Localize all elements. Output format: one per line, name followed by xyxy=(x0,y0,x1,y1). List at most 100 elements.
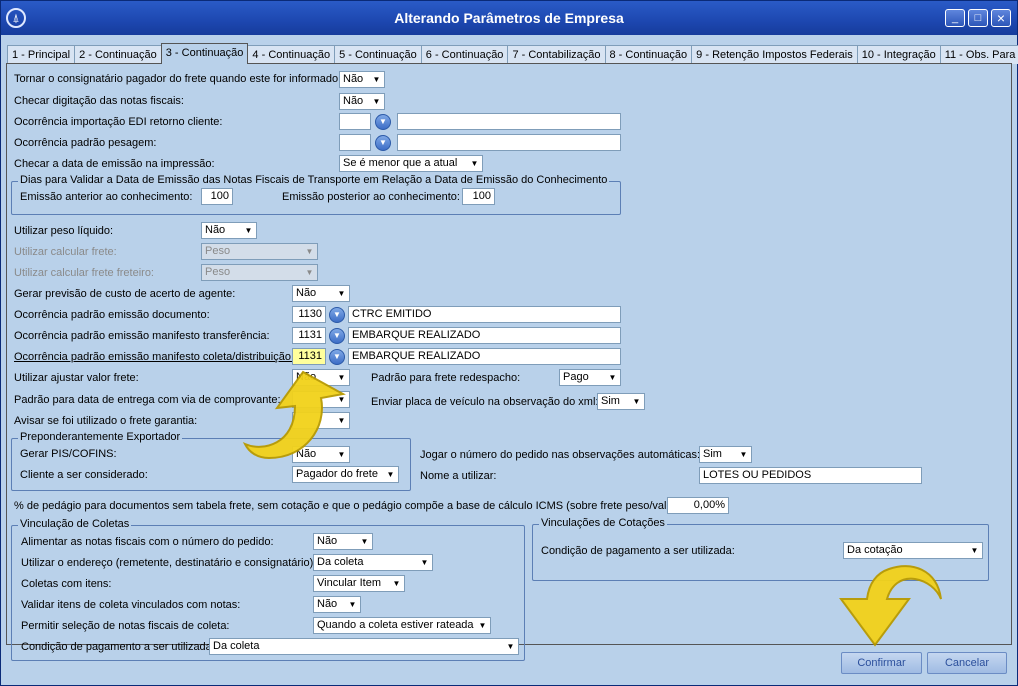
posterior-input[interactable]: 100 xyxy=(462,188,495,205)
cliente-value: Pagador do frete xyxy=(296,468,378,480)
anterior-label: Emissão anterior ao conhecimento: xyxy=(20,191,193,203)
garantia-label: Avisar se foi utilizado o frete garantia… xyxy=(14,415,198,427)
checar-nf-value: Não xyxy=(343,95,364,107)
exportador-group-title: Preponderantemente Exportador xyxy=(18,431,183,443)
occ-transferencia-code[interactable]: 1131 xyxy=(292,327,326,344)
endereco-select[interactable]: Da coleta ▼ xyxy=(313,554,433,571)
ajustar-label: Utilizar ajustar valor frete: xyxy=(14,372,139,384)
alimentar-select[interactable]: Não ▼ xyxy=(313,533,373,550)
calcular-freteiro-label: Utilizar calcular frete freteiro: xyxy=(14,267,154,279)
maximize-button[interactable]: □ xyxy=(968,9,988,27)
placa-select[interactable]: Sim ▼ xyxy=(597,393,645,410)
pedagio-input[interactable]: 0,00% xyxy=(667,497,729,514)
lookup-icon[interactable]: ▼ xyxy=(329,307,345,323)
pesagem-code-input[interactable] xyxy=(339,134,371,151)
cond-cotacao-value: Da cotação xyxy=(847,544,903,556)
redespacho-select[interactable]: Pago ▼ xyxy=(559,369,621,386)
exportador-group: Preponderantemente Exportador xyxy=(11,431,411,491)
coletas-group-title: Vinculação de Coletas xyxy=(18,518,132,530)
redespacho-label: Padrão para frete redespacho: xyxy=(371,372,521,384)
window: ⍋ Alterando Parâmetros de Empresa _ □ × … xyxy=(0,0,1018,686)
calcular-freteiro-value: Peso xyxy=(205,266,231,278)
tab-continuacao-4[interactable]: 4 - Continuação xyxy=(247,45,336,64)
tab-integracao[interactable]: 10 - Integração xyxy=(856,45,941,64)
endereco-value: Da coleta xyxy=(317,556,364,568)
nome-input[interactable]: LOTES OU PEDIDOS xyxy=(699,467,922,484)
chevron-down-icon: ▼ xyxy=(392,579,401,588)
data-emissao-value: Se é menor que a atual xyxy=(343,157,458,169)
cotacoes-group-title: Vinculações de Cotações xyxy=(539,517,667,529)
edi-label: Ocorrência importação EDI retorno client… xyxy=(14,116,223,128)
alimentar-value: Não xyxy=(317,535,338,547)
tab-continuacao-6[interactable]: 6 - Continuação xyxy=(420,45,509,64)
lookup-icon[interactable]: ▼ xyxy=(375,114,391,130)
previsao-select[interactable]: Não ▼ xyxy=(292,285,350,302)
lookup-icon[interactable]: ▼ xyxy=(329,349,345,365)
edi-code-input[interactable] xyxy=(339,113,371,130)
tab-obs-xml[interactable]: 11 - Obs. Para XML xyxy=(939,45,1018,64)
close-button[interactable]: × xyxy=(991,9,1011,27)
tab-contabilizacao[interactable]: 7 - Contabilização xyxy=(507,45,606,64)
itens-value: Vincular Item xyxy=(317,577,381,589)
chevron-down-icon: ▼ xyxy=(970,546,979,555)
pesagem-desc-input[interactable] xyxy=(397,134,621,151)
chevron-down-icon: ▼ xyxy=(470,159,479,168)
chevron-down-icon: ▼ xyxy=(360,537,369,546)
cancel-button[interactable]: Cancelar xyxy=(927,652,1007,674)
nome-label: Nome a utilizar: xyxy=(420,470,497,482)
pis-label: Gerar PIS/COFINS: xyxy=(20,448,117,460)
tab-continuacao-2[interactable]: 2 - Continuação xyxy=(74,45,162,64)
cliente-select[interactable]: Pagador do frete ▼ xyxy=(292,466,399,483)
validar-select[interactable]: Não ▼ xyxy=(313,596,361,613)
chevron-down-icon: ▼ xyxy=(372,75,381,84)
peso-liquido-select[interactable]: Não ▼ xyxy=(201,222,257,239)
chevron-down-icon: ▼ xyxy=(244,226,253,235)
cond-coleta-select[interactable]: Da coleta ▼ xyxy=(209,638,519,655)
itens-select[interactable]: Vincular Item ▼ xyxy=(313,575,405,592)
peso-liquido-label: Utilizar peso líquido: xyxy=(14,225,114,237)
occ-documento-desc[interactable]: CTRC EMITIDO xyxy=(348,306,621,323)
occ-documento-code[interactable]: 1130 xyxy=(292,306,326,323)
tab-continuacao-3[interactable]: 3 - Continuação xyxy=(160,43,249,64)
pedagio-label: % de pedágio para documentos sem tabela … xyxy=(14,500,683,512)
cond-cotacao-select[interactable]: Da cotação ▼ xyxy=(843,542,983,559)
validar-label: Validar itens de coleta vinculados com n… xyxy=(21,599,241,611)
occ-transferencia-desc[interactable]: EMBARQUE REALIZADO xyxy=(348,327,621,344)
peso-liquido-value: Não xyxy=(205,224,226,236)
lookup-icon[interactable]: ▼ xyxy=(375,135,391,151)
checar-nf-select[interactable]: Não ▼ xyxy=(339,93,385,110)
anterior-input[interactable]: 100 xyxy=(201,188,233,205)
calcular-frete-value: Peso xyxy=(205,245,231,257)
pedido-value: Sim xyxy=(703,448,722,460)
previsao-value: Não xyxy=(296,287,317,299)
pedido-select[interactable]: Sim ▼ xyxy=(699,446,752,463)
calcular-freteiro-select: Peso ▼ xyxy=(201,264,318,281)
window-title: Alterando Parâmetros de Empresa xyxy=(394,10,624,26)
previsao-label: Gerar previsão de custo de acerto de age… xyxy=(14,288,236,300)
permitir-label: Permitir seleção de notas fiscais de col… xyxy=(21,620,230,632)
calcular-frete-label: Utilizar calcular frete: xyxy=(14,246,117,258)
confirm-button[interactable]: Confirmar xyxy=(841,652,922,674)
consignatario-select[interactable]: Não ▼ xyxy=(339,71,385,88)
endereco-label: Utilizar o endereço (remetente, destinat… xyxy=(21,557,317,569)
placa-label: Enviar placa de veículo na observação do… xyxy=(371,396,599,408)
edi-desc-input[interactable] xyxy=(397,113,621,130)
occ-coleta-code[interactable]: 1131 xyxy=(292,348,326,365)
minimize-button[interactable]: _ xyxy=(945,9,965,27)
data-emissao-select[interactable]: Se é menor que a atual ▼ xyxy=(339,155,483,172)
tab-retencao[interactable]: 9 - Retenção Impostos Federais xyxy=(691,45,858,64)
consignatario-label: Tornar o consignatário pagador do frete … xyxy=(14,73,342,85)
occ-coleta-desc[interactable]: EMBARQUE REALIZADO xyxy=(348,348,621,365)
permitir-select[interactable]: Quando a coleta estiver rateada ▼ xyxy=(313,617,491,634)
chevron-down-icon: ▼ xyxy=(478,621,487,630)
consignatario-value: Não xyxy=(343,73,364,85)
checar-nf-label: Checar digitação das notas fiscais: xyxy=(14,95,184,107)
chevron-down-icon: ▼ xyxy=(305,247,314,256)
tab-continuacao-5[interactable]: 5 - Continuação xyxy=(334,45,422,64)
chevron-down-icon: ▼ xyxy=(739,450,748,459)
tab-continuacao-8[interactable]: 8 - Continuação xyxy=(604,45,693,64)
tab-principal[interactable]: 1 - Principal xyxy=(7,45,76,64)
calcular-frete-select: Peso ▼ xyxy=(201,243,318,260)
lookup-icon[interactable]: ▼ xyxy=(329,328,345,344)
chevron-down-icon: ▼ xyxy=(337,289,346,298)
